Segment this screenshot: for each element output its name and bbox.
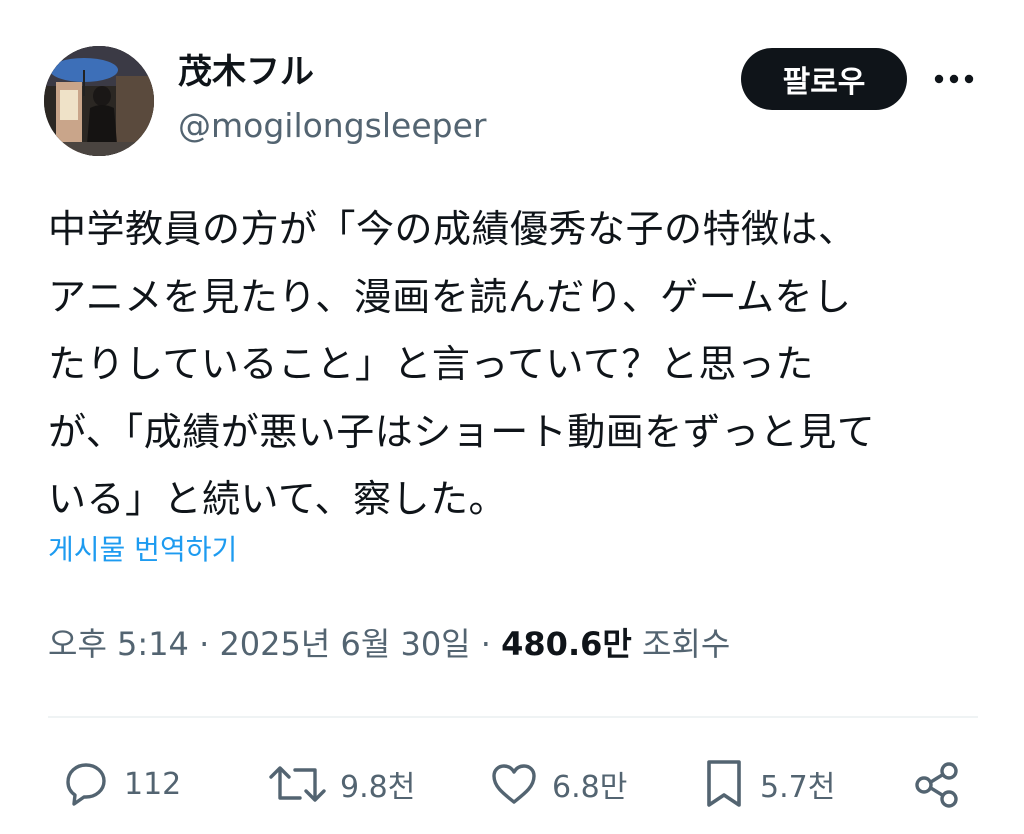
post-text-line: が、「成績が悪い子はショート動画をずっと見て (48, 409, 876, 454)
repost-button[interactable]: 9.8천 (268, 758, 415, 810)
reply-bubble-icon (66, 763, 106, 806)
meta-separator: · (199, 625, 210, 663)
post-text-line: アニメを見たり、漫画を読んだり、ゲームをし (48, 274, 852, 319)
post-meta: 오후 5:14 · 2025년 6월 30일 · 480.6만 조회수 (48, 622, 730, 666)
post-time[interactable]: 오후 5:14 (48, 625, 189, 663)
heart-icon (492, 764, 536, 804)
views-count: 480.6만 (501, 625, 632, 663)
post-date[interactable]: 2025년 6월 30일 (219, 625, 470, 663)
like-count: 6.8만 (552, 770, 628, 805)
bookmark-count: 5.7천 (760, 770, 836, 805)
bookmark-icon (707, 760, 741, 807)
like-button[interactable]: 6.8만 (488, 758, 627, 810)
display-name[interactable]: 茂木フル (178, 50, 314, 94)
more-horizontal-icon[interactable] (932, 62, 976, 96)
reply-count: 112 (124, 766, 182, 802)
translate-post-link[interactable]: 게시물 번역하기 (48, 530, 237, 570)
user-handle[interactable]: @mogilongsleeper (178, 104, 486, 148)
bookmark-button[interactable]: 5.7천 (700, 758, 835, 810)
meta-separator: · (480, 625, 491, 663)
post-text-line: 中学教員の方が「今の成績優秀な子の特徴は、 (48, 207, 857, 251)
reply-button[interactable]: 112 (60, 758, 181, 810)
avatar[interactable] (44, 46, 154, 156)
post-text-line: たりしていること」と言っていて？と思った (48, 342, 814, 386)
post-text: 中学教員の方が「今の成績優秀な子の特徴は、 アニメを見たり、漫画を読んだり、ゲー… (48, 196, 978, 534)
divider (48, 716, 978, 718)
share-icon[interactable] (910, 758, 964, 812)
follow-button[interactable]: 팔로우 (741, 48, 907, 110)
views-label: 조회수 (641, 625, 731, 663)
repost-count: 9.8천 (340, 770, 416, 805)
post-text-line: いる」と続いて、察した。 (48, 477, 507, 521)
repost-arrows-icon (269, 766, 326, 802)
